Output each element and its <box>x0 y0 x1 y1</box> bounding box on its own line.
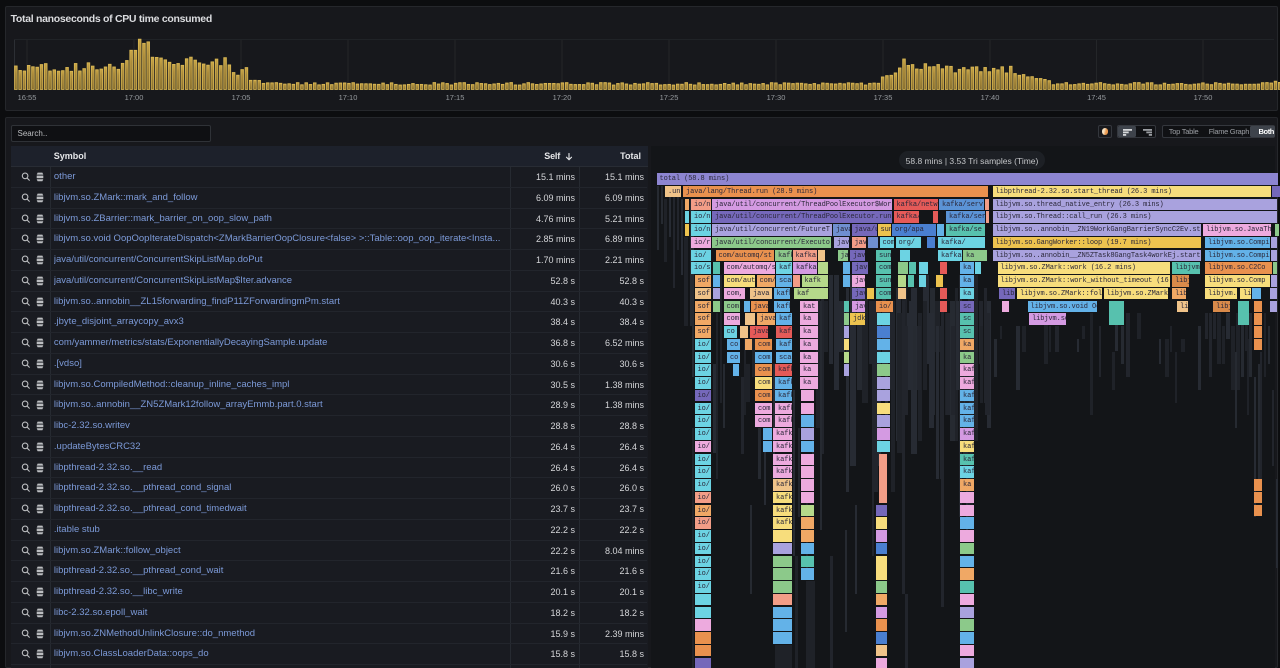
svg-text:17:40: 17:40 <box>981 93 1000 102</box>
svg-text:17:25: 17:25 <box>660 93 679 102</box>
svg-text:17:50: 17:50 <box>1194 93 1213 102</box>
svg-text:17:45: 17:45 <box>1087 93 1106 102</box>
svg-text:17:30: 17:30 <box>767 93 786 102</box>
svg-text:16:55: 16:55 <box>18 93 37 102</box>
svg-text:17:35: 17:35 <box>874 93 893 102</box>
svg-text:17:15: 17:15 <box>446 93 465 102</box>
svg-text:17:00: 17:00 <box>125 93 144 102</box>
svg-text:17:05: 17:05 <box>232 93 251 102</box>
svg-text:17:20: 17:20 <box>553 93 572 102</box>
svg-text:17:10: 17:10 <box>339 93 358 102</box>
